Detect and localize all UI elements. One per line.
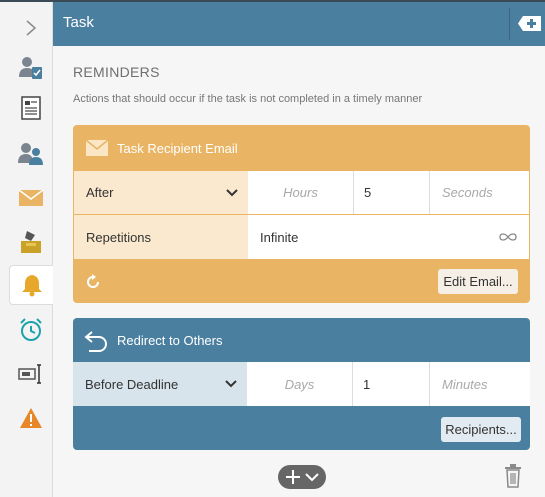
infinity-icon[interactable] (499, 232, 517, 242)
refresh-icon[interactable] (85, 274, 101, 295)
value-field[interactable]: 5 (354, 171, 430, 214)
days-placeholder: Days (284, 376, 315, 392)
timing-select-value: Before Deadline (85, 376, 179, 392)
chevron-down-icon (305, 472, 319, 481)
hours-placeholder: Hours (283, 185, 318, 200)
timing-row: Before Deadline Days 1 Minutes (73, 362, 530, 406)
bell-icon[interactable] (9, 265, 54, 305)
header-divider (509, 8, 510, 40)
chevron-down-icon (225, 380, 237, 388)
task-header: Task (53, 2, 545, 46)
value-field[interactable]: 1 (353, 362, 430, 406)
timing-row: After Hours 5 Seconds (74, 171, 529, 215)
timing-select[interactable]: After (74, 171, 248, 214)
alarm-clock-icon[interactable] (8, 310, 53, 350)
users-icon[interactable] (8, 134, 53, 174)
card-title: Redirect to Others (117, 332, 223, 348)
repetitions-row: Repetitions Infinite (74, 215, 529, 259)
edit-email-button[interactable]: Edit Email... (438, 269, 518, 294)
timing-select-value: After (86, 185, 114, 200)
warning-icon[interactable] (8, 398, 53, 438)
seconds-placeholder: Seconds (442, 185, 493, 200)
reminders-panel: REMINDERS Actions that should occur if t… (53, 46, 545, 497)
section-title: REMINDERS (73, 64, 160, 80)
envelope-icon[interactable] (8, 178, 53, 218)
user-check-icon[interactable] (8, 48, 53, 88)
expand-chevron-icon[interactable] (8, 8, 53, 48)
recipients-button[interactable]: Recipients... (441, 417, 521, 442)
hours-field[interactable]: Hours (248, 171, 354, 214)
task-recipient-email-card: Task Recipient Email After Hours 5 Secon… (73, 125, 530, 303)
envelope-icon (85, 139, 109, 157)
inbox-icon[interactable] (8, 222, 53, 262)
card-title: Task Recipient Email (117, 140, 238, 156)
timing-select[interactable]: Before Deadline (73, 362, 247, 406)
section-description: Actions that should occur if the task is… (73, 93, 423, 105)
trash-icon[interactable] (504, 464, 522, 493)
days-field[interactable]: Days (247, 362, 353, 406)
chevron-down-icon (226, 188, 238, 196)
repetitions-label: Repetitions (86, 229, 152, 245)
left-rail (0, 2, 54, 497)
plus-icon (286, 470, 300, 484)
seconds-field[interactable]: Seconds (430, 171, 529, 214)
add-reminder-button[interactable] (278, 465, 326, 489)
card-header: Task Recipient Email (73, 125, 530, 171)
add-tag-button[interactable] (517, 15, 543, 32)
value-text: 1 (363, 376, 371, 392)
repetitions-field[interactable]: Infinite (248, 215, 529, 259)
form-icon[interactable] (8, 88, 53, 128)
card-header: Redirect to Others (73, 318, 530, 362)
redirect-to-others-card: Redirect to Others Before Deadline Days … (73, 318, 530, 450)
redirect-arrow-icon (83, 328, 109, 352)
page-title: Task (63, 14, 94, 31)
tag-plus-icon (518, 16, 541, 31)
minutes-field[interactable]: Minutes (430, 362, 530, 406)
text-cursor-icon[interactable] (8, 354, 53, 394)
repetitions-label-cell: Repetitions (74, 215, 248, 259)
minutes-placeholder: Minutes (442, 376, 488, 392)
repetitions-value: Infinite (260, 229, 299, 245)
value-text: 5 (364, 185, 372, 200)
